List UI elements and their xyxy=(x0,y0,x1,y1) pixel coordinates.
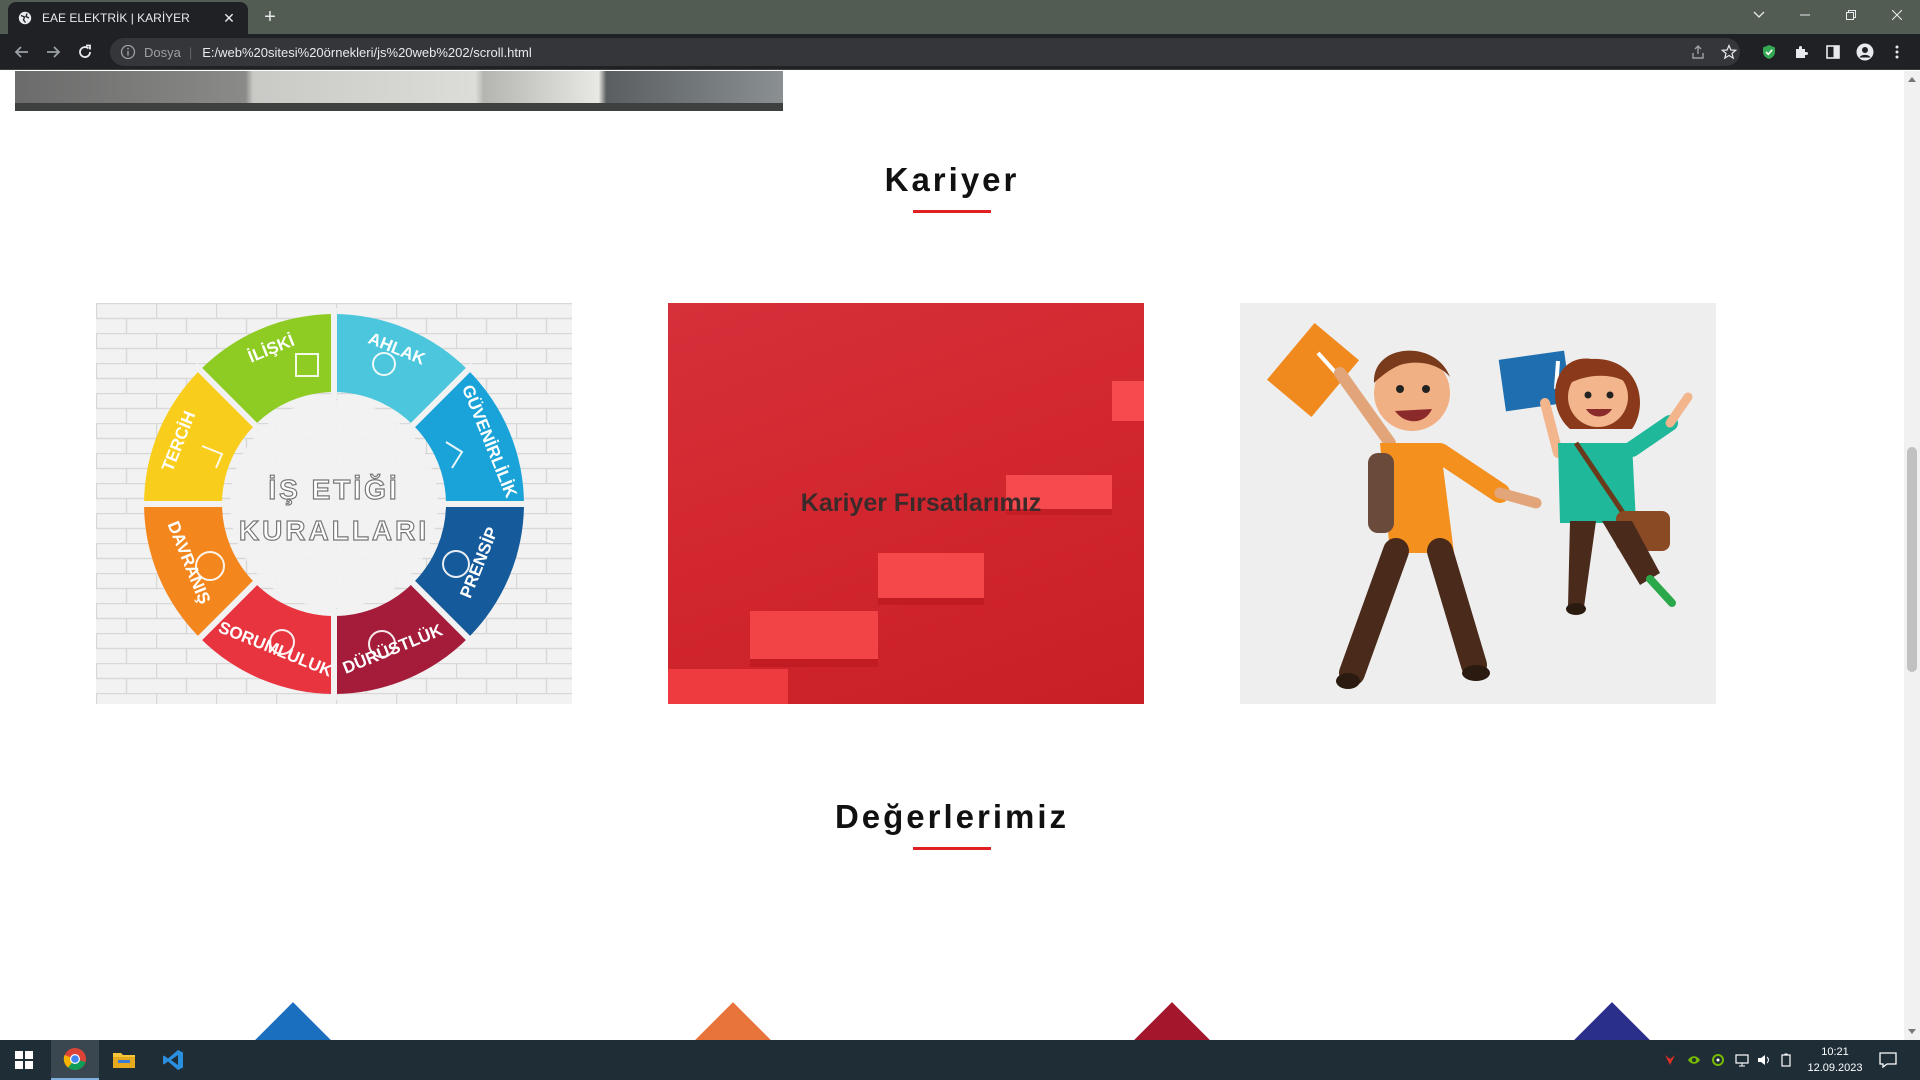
back-arrow-icon[interactable] xyxy=(10,40,34,64)
degerlerimiz-heading: Değerlerimiz xyxy=(834,798,1070,835)
building-photo-bottom-edge xyxy=(15,71,783,111)
side-panel-icon[interactable] xyxy=(1821,40,1845,64)
globe-icon xyxy=(18,11,32,25)
profile-avatar-icon[interactable] xyxy=(1853,40,1877,64)
scroll-down-arrow-icon[interactable] xyxy=(1908,1029,1916,1034)
antivirus-tray-icon[interactable] xyxy=(1662,1052,1678,1068)
value-icon-blue xyxy=(249,1002,337,1040)
gpu-tray-icon[interactable] xyxy=(1710,1052,1726,1068)
red-stairs-illustration xyxy=(668,381,1144,704)
page-scrollbar[interactable] xyxy=(1904,71,1920,1040)
minimize-button[interactable] xyxy=(1782,0,1828,30)
windows-start-icon[interactable] xyxy=(0,1040,48,1080)
vscode-icon[interactable] xyxy=(149,1040,197,1080)
info-icon[interactable] xyxy=(120,44,136,60)
volume-icon[interactable] xyxy=(1756,1052,1772,1068)
restore-button[interactable] xyxy=(1828,0,1874,30)
browser-toolbar: Dosya | E:/web%20sitesi%20örnekleri/js%2… xyxy=(0,34,1920,70)
shield-extension-icon[interactable] xyxy=(1757,40,1781,64)
scroll-up-arrow-icon[interactable] xyxy=(1908,77,1916,82)
battery-icon[interactable] xyxy=(1778,1052,1794,1068)
boy-illustration xyxy=(1267,323,1542,689)
chrome-taskbar-icon[interactable] xyxy=(51,1040,99,1080)
reload-icon[interactable] xyxy=(73,40,97,64)
forward-arrow-icon[interactable] xyxy=(41,40,65,64)
clock-date: 12.09.2023 xyxy=(1807,1062,1863,1074)
scrollbar-thumb[interactable] xyxy=(1907,447,1917,672)
browser-tab-strip: EAE ELEKTRİK | KARİYER ✕ + xyxy=(0,0,1920,34)
browser-tab-active[interactable]: EAE ELEKTRİK | KARİYER ✕ xyxy=(8,2,248,34)
new-tab-button[interactable]: + xyxy=(258,6,282,30)
wheel-center-subtitle: KURALLARI xyxy=(239,515,429,546)
wheel-center-title: İŞ ETİĞİ xyxy=(268,474,399,505)
page-viewport: Kariyer İLİŞKİ AHLAK GÜVENİRLİLİK PRENSİ… xyxy=(0,71,1904,1040)
kariyer-heading-underline xyxy=(913,210,991,213)
system-clock[interactable]: 10:21 12.09.2023 xyxy=(1800,1044,1870,1076)
close-window-button[interactable] xyxy=(1874,0,1920,30)
tab-title: EAE ELEKTRİK | KARİYER xyxy=(42,11,190,25)
url-text[interactable]: E:/web%20sitesi%20örnekleri/js%20web%202… xyxy=(202,45,532,60)
url-scheme-label: Dosya xyxy=(144,44,181,60)
clock-time: 10:21 xyxy=(1821,1046,1849,1058)
tab-search-icon[interactable] xyxy=(1736,0,1782,30)
value-icon-indigo xyxy=(1568,1002,1656,1040)
windows-taskbar: 10:21 12.09.2023 xyxy=(0,1040,1920,1080)
is-etigi-kurallari-image: İLİŞKİ AHLAK GÜVENİRLİLİK PRENSİP DÜRÜST… xyxy=(96,303,572,704)
extensions-puzzle-icon[interactable] xyxy=(1789,40,1813,64)
kariyer-heading: Kariyer xyxy=(884,161,1020,198)
browser-menu-icon[interactable] xyxy=(1885,40,1909,64)
share-icon[interactable] xyxy=(1686,40,1710,64)
close-tab-icon[interactable]: ✕ xyxy=(220,9,238,27)
network-icon[interactable] xyxy=(1734,1052,1750,1068)
degerlerimiz-heading-underline xyxy=(913,847,991,850)
value-icon-orange xyxy=(689,1002,777,1040)
bookmark-star-icon[interactable] xyxy=(1717,40,1741,64)
nvidia-tray-icon[interactable] xyxy=(1686,1052,1702,1068)
students-jumping-image xyxy=(1240,303,1716,704)
file-explorer-icon[interactable] xyxy=(100,1040,148,1080)
girl-illustration xyxy=(1498,350,1693,615)
kariyer-firsatlari-label[interactable]: Kariyer Fırsatlarımız xyxy=(668,489,1144,518)
notifications-icon[interactable] xyxy=(1878,1050,1898,1070)
address-bar[interactable]: Dosya | E:/web%20sitesi%20örnekleri/js%2… xyxy=(110,38,1740,66)
value-icon-crimson xyxy=(1128,1002,1216,1040)
kariyer-firsatlari-card[interactable]: Kariyer Fırsatlarımız xyxy=(668,303,1144,704)
url-separator: | xyxy=(188,44,193,60)
